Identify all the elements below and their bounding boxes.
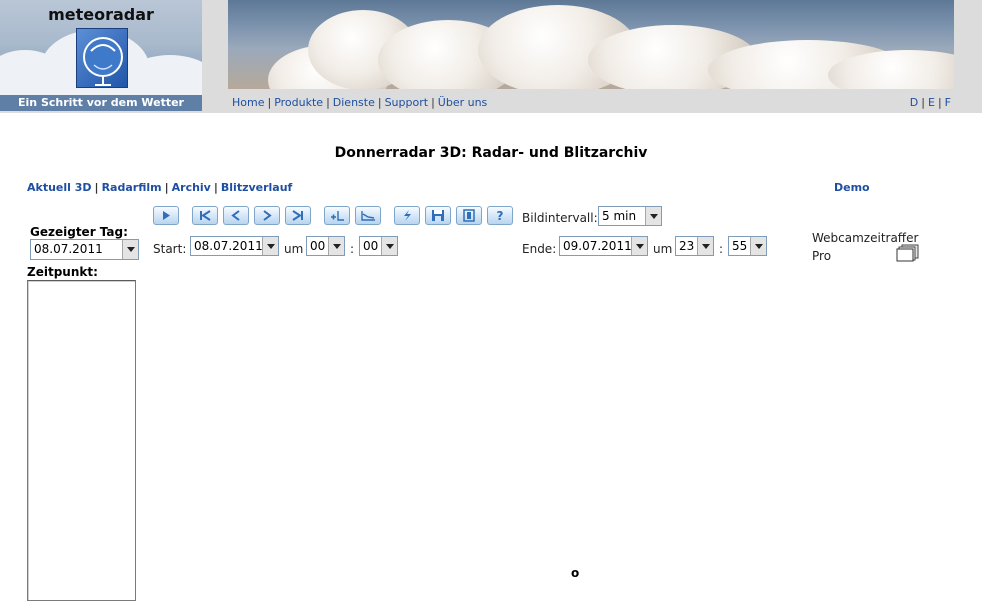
subnav-radarfilm[interactable]: Radarfilm — [102, 181, 162, 194]
status-mark: o — [571, 566, 580, 580]
interval-value: 5 min — [602, 209, 637, 223]
chevron-down-icon — [645, 207, 661, 225]
chevron-down-icon — [750, 237, 766, 255]
time-point-label: Zeitpunkt: — [27, 265, 98, 279]
lightning-icon — [404, 210, 411, 221]
save-button[interactable] — [425, 206, 451, 225]
film-icon — [463, 209, 475, 222]
nav-home[interactable]: Home — [232, 96, 264, 109]
chevron-down-icon — [697, 237, 713, 255]
help-icon: ? — [497, 209, 504, 222]
end-date-select[interactable]: 09.07.2011 — [559, 236, 648, 256]
end-date-value: 09.07.2011 — [563, 239, 632, 253]
save-icon — [432, 210, 444, 221]
previous-frame-icon — [231, 210, 240, 221]
interval-select[interactable]: 5 min — [598, 206, 662, 226]
main-nav: Home | Produkte | Dienste | Support | Über uns — [232, 96, 488, 109]
start-minute-value: 00 — [363, 239, 379, 253]
start-hour-value: 00 — [310, 239, 326, 253]
play-button[interactable] — [153, 206, 179, 225]
next-frame-button[interactable] — [254, 206, 280, 225]
end-minute-select[interactable]: 55 — [728, 236, 767, 256]
first-frame-icon — [200, 210, 211, 221]
subnav-archiv[interactable]: Archiv — [172, 181, 211, 194]
lightning-button[interactable] — [394, 206, 420, 225]
film-button[interactable] — [456, 206, 482, 225]
chevron-down-icon — [122, 240, 138, 259]
site-header: meteoradar Ein Schritt vor dem Wetter Ho… — [0, 0, 982, 113]
end-hour-value: 23 — [679, 239, 695, 253]
chevron-down-icon — [328, 237, 344, 255]
webcam-stack-icon[interactable] — [896, 244, 920, 262]
end-um-label: um — [653, 242, 673, 256]
language-nav: D | E | F — [909, 96, 951, 109]
subnav-blitzverlauf[interactable]: Blitzverlauf — [221, 181, 292, 194]
shown-day-value: 08.07.2011 — [34, 242, 103, 256]
lang-de[interactable]: D — [910, 96, 918, 109]
start-date-value: 08.07.2011 — [194, 239, 263, 253]
nav-support[interactable]: Support — [385, 96, 428, 109]
page-title: Donnerradar 3D: Radar- und Blitzarchiv — [334, 145, 648, 161]
logo[interactable]: meteoradar Ein Schritt vor dem Wetter — [0, 0, 202, 111]
subnav-aktuell-3d[interactable]: Aktuell 3D — [27, 181, 92, 194]
sub-nav: Aktuell 3D | Radarfilm | Archiv | Blitzverlauf — [27, 181, 293, 194]
start-minute-select[interactable]: 00 — [359, 236, 398, 256]
globe-icon — [76, 28, 128, 88]
logo-title: meteoradar — [48, 5, 154, 24]
start-hour-select[interactable]: 00 — [306, 236, 345, 256]
lang-fr[interactable]: F — [945, 96, 951, 109]
zoom-plus-button[interactable] — [324, 206, 350, 225]
end-minute-value: 55 — [732, 239, 748, 253]
chart-button[interactable] — [355, 206, 381, 225]
svg-text:?: ? — [497, 209, 504, 222]
previous-frame-button[interactable] — [223, 206, 249, 225]
nav-produkte[interactable]: Produkte — [274, 96, 323, 109]
time-point-list[interactable] — [27, 280, 136, 601]
end-colon: : — [719, 242, 724, 256]
end-hour-select[interactable]: 23 — [675, 236, 714, 256]
start-um-label: um — [284, 242, 304, 256]
chevron-down-icon — [631, 237, 647, 255]
last-frame-icon — [292, 210, 303, 221]
chart-icon — [361, 211, 375, 221]
nav-dienste[interactable]: Dienste — [333, 96, 375, 109]
next-frame-icon — [263, 210, 272, 221]
last-frame-button[interactable] — [285, 206, 311, 225]
lang-en[interactable]: E — [928, 96, 935, 109]
start-colon: : — [350, 242, 355, 256]
end-label: Ende: — [522, 242, 557, 256]
shown-day-label: Gezeigter Tag: — [30, 225, 128, 239]
chevron-down-icon — [262, 237, 278, 255]
interval-label: Bildintervall: — [522, 211, 598, 225]
start-label: Start: — [153, 242, 187, 256]
zoom-plus-icon — [331, 211, 344, 221]
header-banner-image — [228, 0, 954, 89]
start-date-select[interactable]: 08.07.2011 — [190, 236, 279, 256]
nav-ueber-uns[interactable]: Über uns — [438, 96, 488, 109]
logo-tagline: Ein Schritt vor dem Wetter — [0, 95, 202, 111]
demo-link[interactable]: Demo — [834, 181, 870, 194]
play-icon — [163, 211, 170, 220]
shown-day-select[interactable]: 08.07.2011 — [30, 239, 139, 260]
first-frame-button[interactable] — [192, 206, 218, 225]
chevron-down-icon — [381, 237, 397, 255]
help-button[interactable]: ? — [487, 206, 513, 225]
